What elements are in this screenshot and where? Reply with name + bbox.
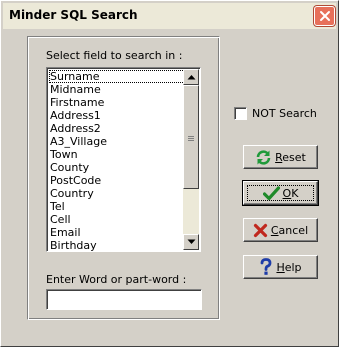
vertical-scrollbar[interactable] bbox=[183, 69, 199, 250]
refresh-icon bbox=[256, 149, 271, 165]
list-item[interactable]: Cell bbox=[49, 213, 185, 226]
list-item[interactable]: Birthday bbox=[49, 239, 185, 251]
grip-line bbox=[188, 140, 194, 141]
ok-mnemonic: O bbox=[282, 186, 292, 200]
list-item[interactable]: PostCode bbox=[49, 174, 185, 187]
cancel-label: Cancel bbox=[271, 224, 308, 237]
list-item[interactable]: Town bbox=[49, 148, 185, 161]
title-bar[interactable]: Minder SQL Search bbox=[3, 3, 336, 29]
scroll-up-button[interactable] bbox=[183, 69, 199, 85]
field-prompt-label: Select field to search in : bbox=[46, 49, 183, 62]
ok-label: OK bbox=[283, 187, 299, 200]
list-item[interactable]: Firstname bbox=[49, 96, 185, 109]
x-icon bbox=[253, 223, 267, 237]
help-label-rest: elp bbox=[284, 260, 302, 274]
list-item[interactable]: Address1 bbox=[49, 109, 185, 122]
help-label: Help bbox=[276, 261, 301, 274]
list-item[interactable]: County bbox=[49, 161, 185, 174]
list-item[interactable]: A3_Village bbox=[49, 135, 185, 148]
scroll-thumb[interactable] bbox=[183, 85, 199, 189]
not-search-checkbox[interactable] bbox=[234, 107, 247, 120]
arrow-down-icon bbox=[187, 239, 196, 244]
field-list: Surname Midname Firstname Address1 Address2 A… bbox=[49, 70, 185, 251]
help-mnemonic: H bbox=[276, 260, 285, 274]
list-item[interactable]: Email bbox=[49, 226, 185, 239]
list-item[interactable]: Surname bbox=[49, 70, 185, 83]
ok-label-rest: K bbox=[291, 186, 299, 200]
scroll-down-button[interactable] bbox=[183, 234, 199, 250]
cancel-label-rest: ancel bbox=[278, 223, 309, 237]
help-button[interactable]: Help bbox=[243, 255, 318, 279]
not-search-label[interactable]: NOT Search bbox=[252, 107, 317, 120]
cancel-button[interactable]: Cancel bbox=[243, 218, 318, 242]
search-word-input[interactable] bbox=[46, 289, 202, 310]
arrow-up-icon bbox=[187, 75, 196, 80]
question-icon bbox=[261, 258, 272, 275]
ok-button[interactable]: OK bbox=[242, 180, 319, 206]
list-item[interactable]: Midname bbox=[49, 83, 185, 96]
window-title: Minder SQL Search bbox=[9, 8, 138, 22]
list-item[interactable]: Address2 bbox=[49, 122, 185, 135]
close-icon bbox=[320, 11, 330, 21]
search-dialog: Minder SQL Search Select field to search… bbox=[0, 0, 339, 347]
cancel-mnemonic: C bbox=[270, 223, 279, 237]
list-item[interactable]: Tel bbox=[49, 200, 185, 213]
grip-line bbox=[188, 138, 194, 139]
grip-line bbox=[188, 136, 194, 137]
close-button[interactable] bbox=[314, 6, 335, 26]
word-prompt-label: Enter Word or part-word : bbox=[46, 273, 187, 286]
list-item[interactable]: Country bbox=[49, 187, 185, 200]
field-listbox[interactable]: Surname Midname Firstname Address1 Address2 A… bbox=[46, 67, 201, 252]
reset-button[interactable]: Reset bbox=[243, 145, 318, 169]
check-icon bbox=[262, 185, 280, 200]
reset-label-rest: eset bbox=[282, 150, 306, 164]
reset-label: Reset bbox=[275, 151, 306, 164]
